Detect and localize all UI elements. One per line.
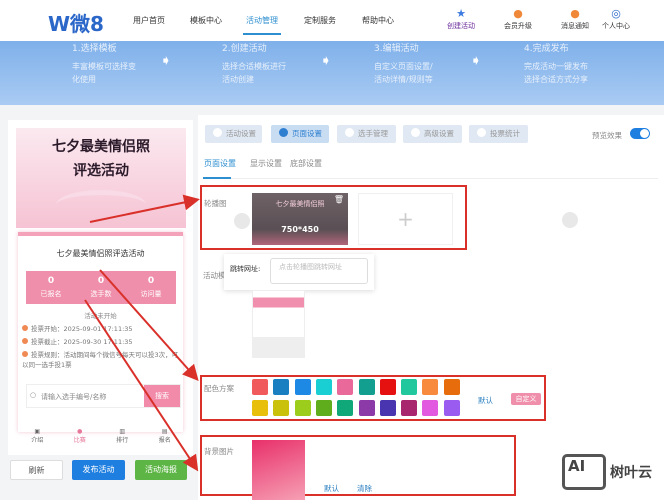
watermark: AI 树叶云: [562, 454, 662, 490]
arrow-to-carousel: [89, 194, 200, 223]
arrow-to-colors: [99, 269, 199, 381]
watermark-text: 树叶云: [610, 465, 652, 481]
arrow-to-background: [84, 299, 199, 472]
annotation-arrows: [84, 194, 200, 472]
watermark-logo: AI: [562, 454, 606, 490]
